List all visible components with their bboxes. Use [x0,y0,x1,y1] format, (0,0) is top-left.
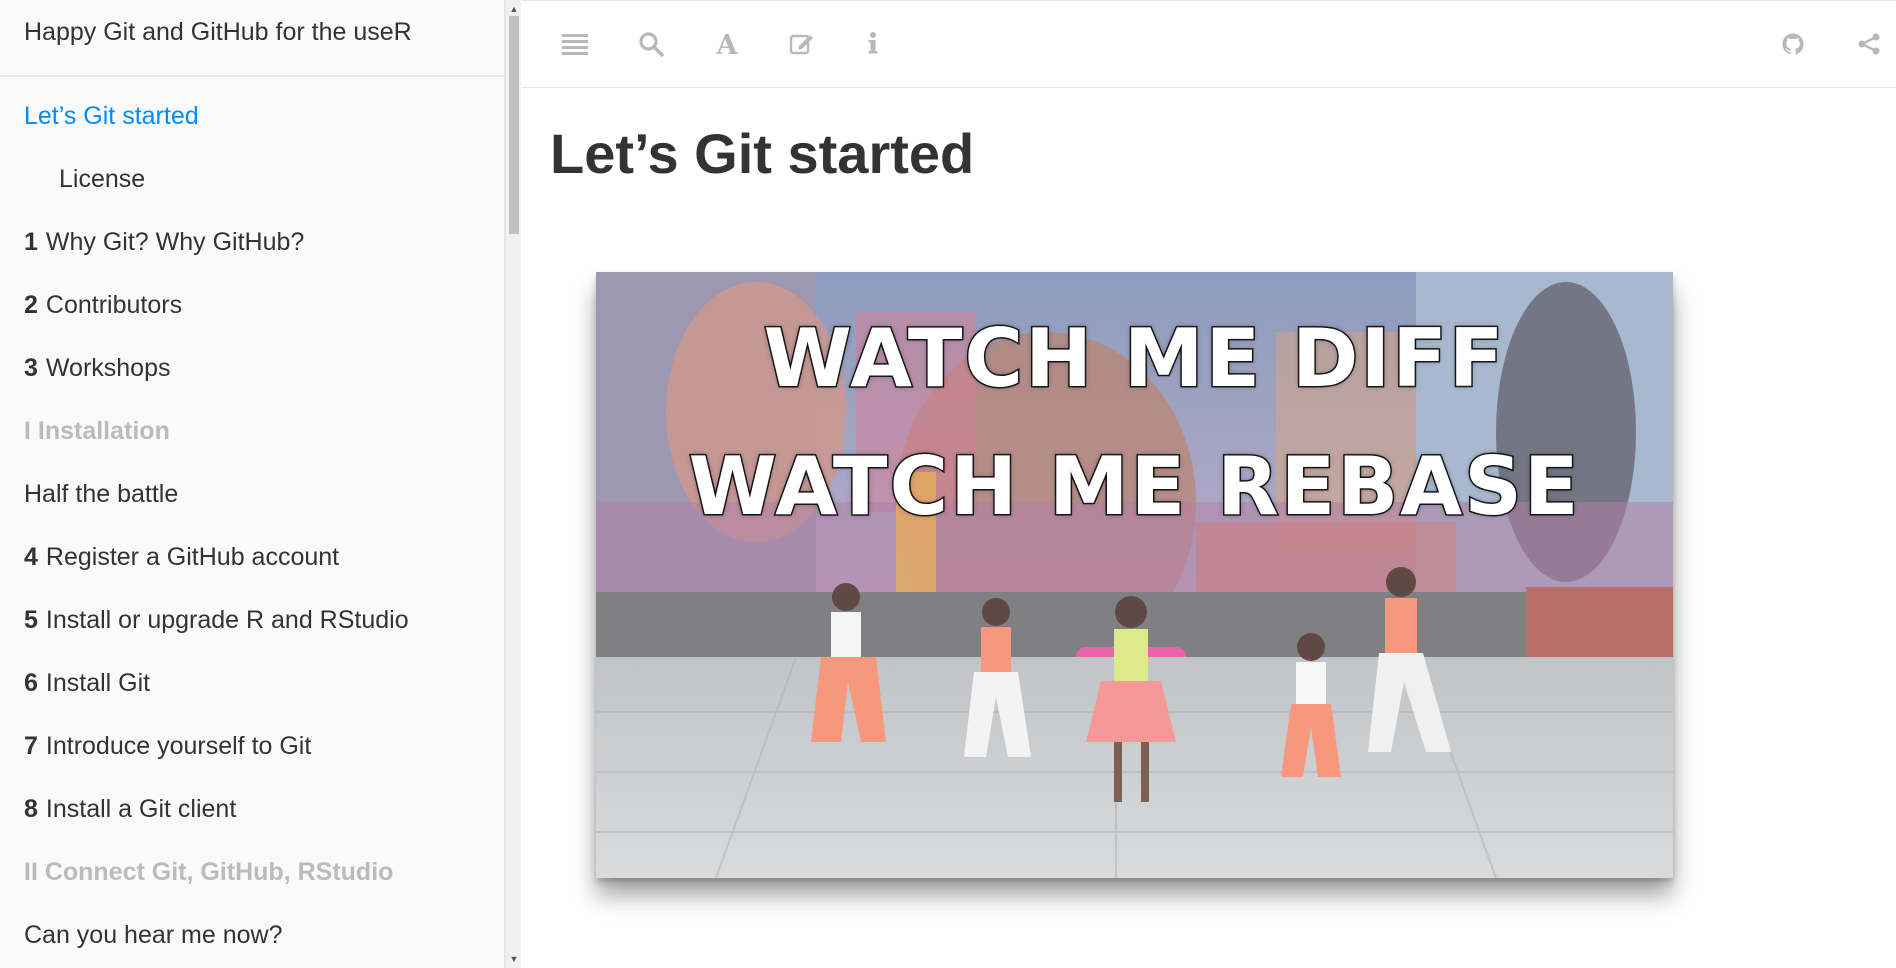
toc-item-install-git[interactable]: 6 Install Git [0,652,504,715]
toc-item-label: Can you hear me now? [24,921,283,949]
toc-item-can-you-hear-me[interactable]: Can you hear me now? [0,904,504,967]
toc-item-register-github[interactable]: 4 Register a GitHub account [0,526,504,589]
toc-item-why-git[interactable]: 1 Why Git? Why GitHub? [0,211,504,274]
toc-item-install-r-rstudio[interactable]: 5 Install or upgrade R and RStudio [0,589,504,652]
toc-item-contributors[interactable]: 2 Contributors [0,274,504,337]
toc-part-installation: I Installation [0,400,504,463]
toc-item-label: Contributors [45,291,183,319]
toc-item-workshops[interactable]: 3 Workshops [0,337,504,400]
video-caption-line-2: WATCH ME REBASE [687,439,1581,535]
toc-item-label: Install a Git client [45,795,237,823]
toc-toggle-icon[interactable] [558,27,592,61]
toc-item-license[interactable]: License [0,148,504,211]
toc-item-number: 8 [24,795,38,823]
toc-item-install-git-client[interactable]: 8 Install a Git client [0,778,504,841]
toc-item-label: II Connect Git, GitHub, RStudio [24,858,394,886]
toc-item-label: Install or upgrade R and RStudio [45,606,409,634]
book-sidebar: Happy Git and GitHub for the useR Let’s … [0,0,505,968]
toc-item-label: Why Git? Why GitHub? [45,228,305,256]
book-title[interactable]: Happy Git and GitHub for the useR [0,0,504,77]
toc-item-number: 2 [24,291,38,319]
page-title: Let’s Git started [550,122,975,185]
toc-item-label: License [59,165,146,193]
toc-item-number: 7 [24,732,38,760]
github-icon[interactable] [1776,27,1810,61]
toc-item-label: Let’s Git started [24,102,199,130]
toc-item-introduce-yourself[interactable]: 7 Introduce yourself to Git [0,715,504,778]
book-toolbar: A [522,1,1896,88]
video-caption-line-1: WATCH ME DIFF [762,311,1506,407]
toc-item-number: 4 [24,543,38,571]
scroll-down-arrow-icon[interactable]: ▼ [506,952,522,966]
edit-icon[interactable] [785,27,819,61]
toc-item-label: Register a GitHub account [45,543,340,571]
video-thumbnail[interactable]: WATCH ME DIFF WATCH ME REBASE [596,272,1673,878]
toc-item-number: 6 [24,669,38,697]
toc-item-label: Workshops [45,354,171,382]
main-content: A Let’s Git started WATCH ME DIFF WATCH … [522,0,1896,968]
scrollbar-thumb[interactable] [509,16,519,234]
toc-item-number: 5 [24,606,38,634]
toc-item-number: 3 [24,354,38,382]
toc-item-label: Half the battle [24,480,179,508]
sidebar-scrollbar[interactable]: ▲ ▼ [505,0,521,968]
font-settings-icon[interactable]: A [710,27,744,61]
svg-text:A: A [716,31,739,57]
toc-part-connect: II Connect Git, GitHub, RStudio [0,841,504,904]
toc-item-lets-git-started[interactable]: Let’s Git started [0,85,504,148]
toc-item-number: 1 [24,228,38,256]
toc-item-label: Install Git [45,669,151,697]
search-icon[interactable] [634,27,668,61]
toc-item-half-the-battle[interactable]: Half the battle [0,463,504,526]
scroll-up-arrow-icon[interactable]: ▲ [506,2,522,16]
info-icon[interactable] [856,27,890,61]
share-icon[interactable] [1852,27,1886,61]
toc-item-label: Introduce yourself to Git [45,732,312,760]
table-of-contents: Let’s Git started License 1 Why Git? Why … [0,77,504,967]
toc-item-label: I Installation [24,417,170,445]
